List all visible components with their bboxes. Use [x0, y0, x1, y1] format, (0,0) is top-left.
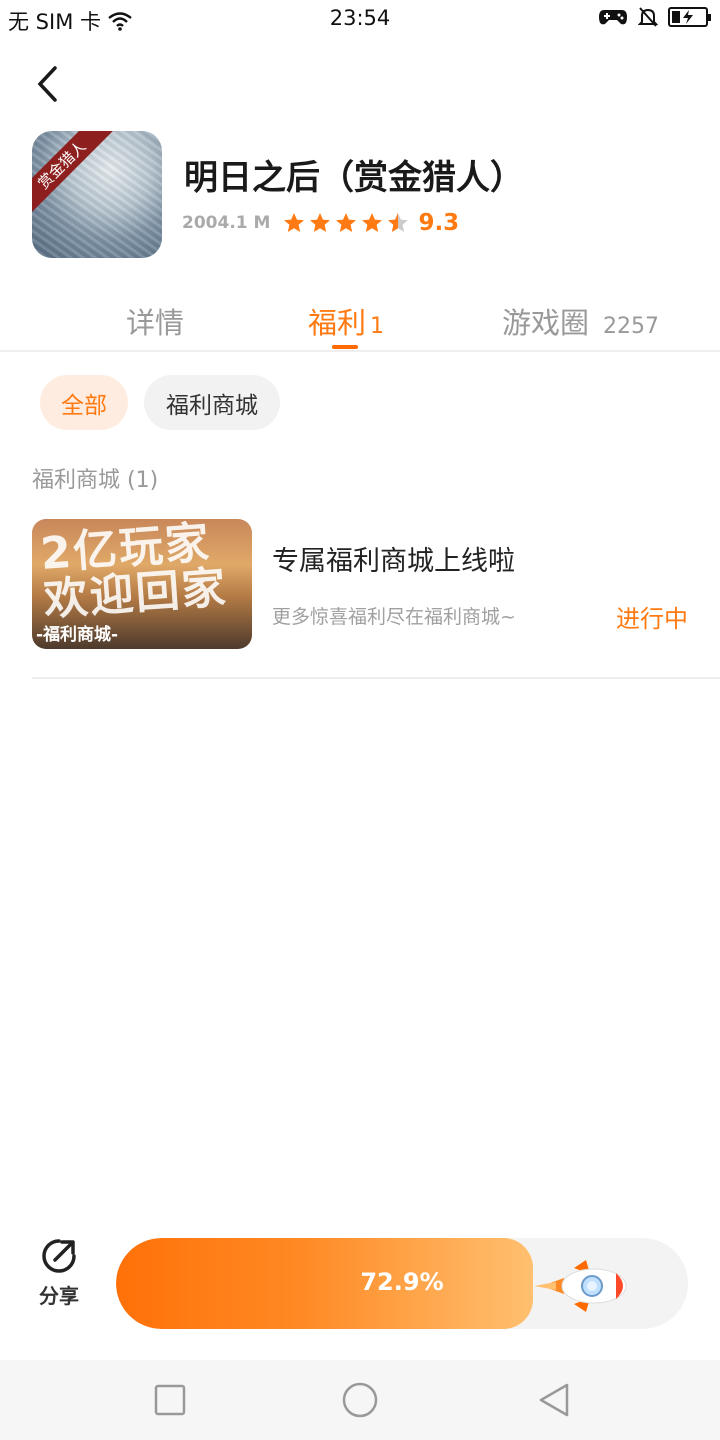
item-status: 进行中: [616, 605, 688, 633]
star-icon: [310, 213, 331, 232]
filter-chip-all[interactable]: 全部: [40, 375, 128, 430]
back-arrow-icon: [37, 66, 57, 102]
status-bar: 无 SIM 卡 23:54: [0, 0, 720, 40]
item-description: 更多惊喜福利尽在福利商城~: [272, 606, 516, 628]
item-thumbnail: 2亿玩家 欢迎回家 -福利商城-: [32, 519, 252, 649]
tab-bar: 详情 福利 1 游戏圈 2257: [0, 292, 720, 352]
mute-bell-icon: [638, 7, 658, 27]
section-label: 福利商城 (1): [32, 468, 159, 493]
game-meta: 2004.1 M 9.3: [182, 210, 459, 236]
back-button[interactable]: [26, 62, 70, 106]
tab-benefits[interactable]: 福利 1: [308, 300, 384, 342]
battery-charging-icon: [668, 7, 711, 27]
tab-label: 游戏圈: [502, 306, 590, 340]
gamepad-icon: [599, 10, 627, 25]
filter-chip-shop[interactable]: 福利商城: [144, 375, 280, 430]
tab-label: 福利: [308, 306, 367, 340]
list-item[interactable]: 2亿玩家 欢迎回家 -福利商城- 专属福利商城上线啦 更多惊喜福利尽在福利商城~…: [32, 519, 720, 679]
star-icon: [336, 213, 357, 232]
square-icon: [154, 1384, 186, 1416]
thumb-headline: 2亿玩家 欢迎回家: [38, 519, 230, 626]
progress-percent: 72.9%: [360, 1268, 444, 1296]
share-label: 分享: [39, 1284, 79, 1308]
active-tab-indicator: [332, 345, 358, 349]
share-button[interactable]: 分享: [30, 1236, 88, 1309]
tab-details[interactable]: 详情: [126, 300, 184, 342]
download-progress-button[interactable]: 72.9%: [116, 1238, 688, 1329]
tab-count: 2257: [603, 314, 660, 339]
game-icon: 赏金猎人: [32, 131, 162, 258]
thumb-tag: -福利商城-: [36, 625, 119, 645]
share-icon: [42, 1239, 76, 1273]
status-right: [598, 6, 711, 28]
system-back-button[interactable]: [534, 1380, 574, 1420]
circle-icon: [342, 1382, 378, 1418]
rating-score: 9.3: [418, 210, 460, 236]
star-half-icon: [388, 213, 409, 232]
game-size: 2004.1 M: [182, 213, 271, 233]
system-nav-bar: [0, 1360, 720, 1440]
home-button[interactable]: [340, 1380, 380, 1420]
triangle-back-icon: [539, 1383, 569, 1417]
tab-label: 详情: [126, 306, 185, 340]
star-icon: [362, 213, 383, 232]
tab-game-circle[interactable]: 游戏圈 2257: [502, 300, 659, 342]
item-title: 专属福利商城上线啦: [272, 546, 515, 577]
star-icon: [284, 213, 305, 232]
game-title: 明日之后（赏金猎人）: [184, 158, 524, 198]
recent-apps-button[interactable]: [150, 1380, 190, 1420]
star-rating: [282, 211, 410, 235]
tab-count: 1: [370, 314, 385, 339]
